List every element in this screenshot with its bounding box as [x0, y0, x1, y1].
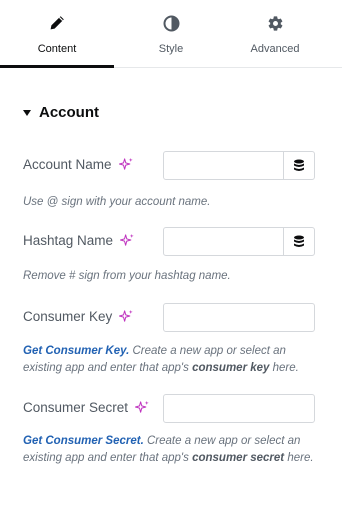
get-consumer-secret-link[interactable]: Get Consumer Secret. [23, 435, 144, 447]
pencil-icon [0, 15, 114, 35]
tab-advanced[interactable]: Advanced [218, 0, 332, 68]
consumer-key-input[interactable] [164, 304, 314, 331]
database-icon [294, 159, 304, 171]
tab-style[interactable]: Style [114, 0, 228, 68]
dynamic-tags-button[interactable] [283, 228, 314, 255]
consumer-secret-description: Get Consumer Secret. Create a new app or… [23, 433, 319, 467]
account-name-description: Use @ sign with your account name. [23, 196, 211, 208]
account-name-field-wrap [163, 151, 315, 180]
half-circle-icon [114, 15, 228, 35]
tab-style-label: Style [158, 43, 184, 55]
tab-content-label: Content [37, 43, 77, 55]
panel-tabs: Content Style Advanced [0, 0, 342, 68]
ai-sparkle-icon[interactable] [119, 309, 134, 324]
consumer-secret-label: Consumer Secret [23, 400, 150, 415]
account-name-input[interactable] [164, 152, 284, 179]
ai-sparkle-icon[interactable] [135, 400, 150, 415]
get-consumer-key-link[interactable]: Get Consumer Key. [23, 345, 129, 357]
hashtag-name-field-wrap [163, 227, 315, 256]
account-name-label-text: Account Name [23, 157, 112, 172]
consumer-secret-label-text: Consumer Secret [23, 400, 129, 415]
ai-sparkle-icon[interactable] [118, 157, 134, 172]
consumer-secret-desc-post: here. [284, 452, 314, 464]
dynamic-tags-button[interactable] [283, 152, 314, 179]
hashtag-name-description: Remove # sign from your hashtag name. [23, 270, 231, 282]
hashtag-name-label: Hashtag Name [23, 233, 135, 248]
consumer-secret-field-wrap [163, 394, 315, 423]
database-icon [294, 235, 304, 247]
consumer-key-description: Get Consumer Key. Create a new app or se… [23, 343, 319, 377]
caret-down-icon [23, 109, 31, 116]
consumer-secret-desc-bold: consumer secret [192, 452, 285, 464]
hashtag-name-input[interactable] [164, 228, 284, 255]
consumer-key-desc-post: here. [269, 362, 299, 374]
section-title: Account [39, 104, 99, 121]
section-account-toggle[interactable]: Account [23, 104, 99, 121]
account-name-label: Account Name [23, 157, 134, 172]
hashtag-name-label-text: Hashtag Name [23, 233, 114, 248]
consumer-key-label-text: Consumer Key [23, 309, 113, 324]
consumer-key-field-wrap [163, 303, 315, 332]
consumer-key-desc-bold: consumer key [192, 362, 270, 374]
gear-icon [218, 15, 332, 35]
ai-sparkle-icon[interactable] [120, 233, 135, 248]
tab-advanced-label: Advanced [250, 43, 300, 55]
consumer-key-label: Consumer Key [23, 309, 134, 324]
tab-content[interactable]: Content [0, 0, 114, 68]
consumer-secret-input[interactable] [164, 395, 314, 422]
